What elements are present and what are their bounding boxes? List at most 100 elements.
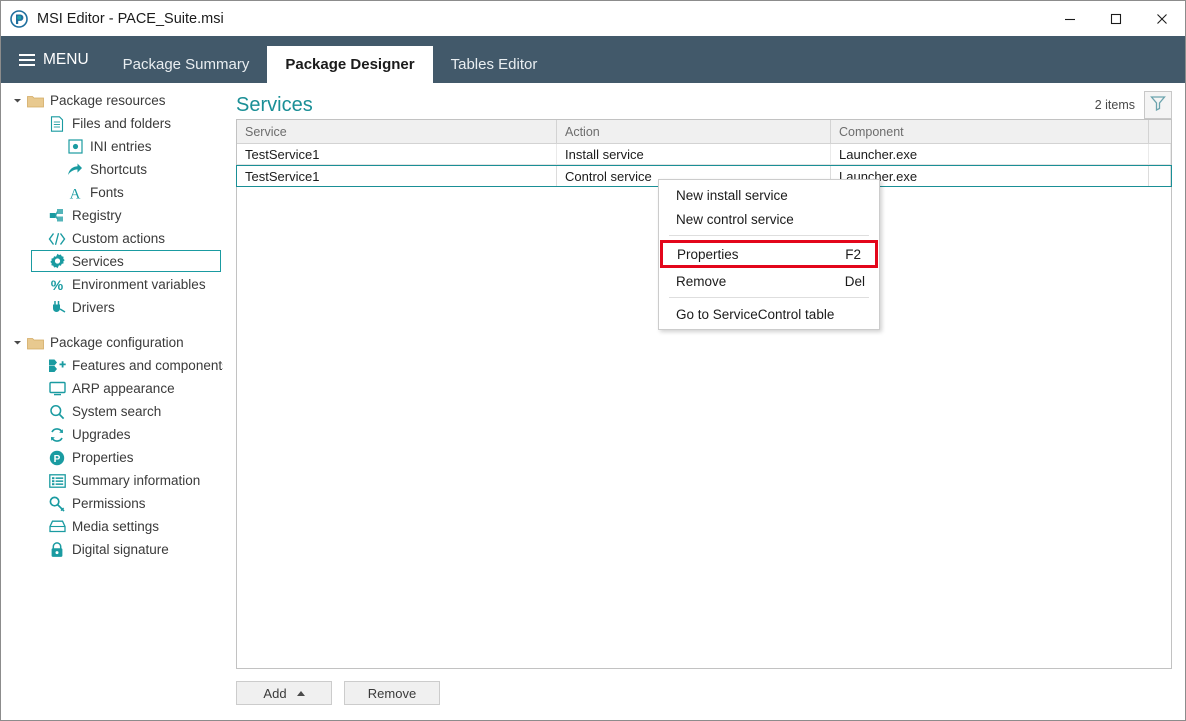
sidebar-item-drivers[interactable]: Drivers [1,296,223,319]
filter-funnel-icon [1150,95,1166,116]
tree-group-package-configuration[interactable]: Package configuration [1,331,223,354]
tab-bar: MENU Package Summary Package Designer Ta… [1,36,1185,83]
sidebar-item-files-and-folders[interactable]: Files and folders [1,112,223,135]
key-icon [47,495,67,513]
chevron-down-icon[interactable] [9,335,25,351]
table-header-row: Service Action Component [237,120,1171,144]
folder-icon [25,334,45,352]
menu-item-label: New install service [676,187,788,203]
menu-item-properties[interactable]: Properties F2 [660,240,878,268]
tab-package-designer-label: Package Designer [285,56,415,73]
sidebar-item-services[interactable]: Services [1,250,223,273]
add-button-label: Add [263,685,287,701]
document-icon [47,115,67,133]
sidebar-item-label: Media settings [72,519,160,534]
gear-icon [47,253,67,271]
sidebar-item-properties[interactable]: P Properties [1,446,223,469]
add-button[interactable]: Add [236,681,332,705]
column-header-component[interactable]: Component [831,120,1149,143]
sidebar-item-label: Features and components [72,358,223,373]
menu-item-label: Properties [677,246,739,262]
main-menu-button[interactable]: MENU [1,36,105,83]
sidebar-item-features-and-components[interactable]: Features and components [1,354,223,377]
context-menu: New install service New control service … [658,179,880,330]
sidebar-item-label: System search [72,404,162,419]
sidebar-item-arp-appearance[interactable]: ARP appearance [1,377,223,400]
sidebar-item-label: ARP appearance [72,381,175,396]
tree-group-label: Package resources [50,93,166,108]
sidebar-item-registry[interactable]: Registry [1,204,223,227]
plug-icon [47,299,67,317]
remove-button[interactable]: Remove [344,681,440,705]
minimize-button[interactable] [1047,1,1093,36]
chevron-down-icon[interactable] [9,93,25,109]
column-header-service[interactable]: Service [237,120,557,143]
code-brackets-icon [47,230,67,248]
sidebar-item-shortcuts[interactable]: Shortcuts [1,158,223,181]
font-a-icon: A [65,184,85,202]
cell-service: TestService1 [237,166,557,186]
sidebar-item-label: Permissions [72,496,146,511]
column-header-action[interactable]: Action [557,120,831,143]
hamburger-icon [19,51,35,69]
sidebar-item-ini-entries[interactable]: INI entries [1,135,223,158]
remove-button-label: Remove [367,685,417,701]
registry-blocks-icon [47,207,67,225]
sidebar-item-label: Files and folders [72,116,172,131]
folder-icon [25,92,45,110]
items-count-label: 2 items [1094,98,1135,112]
maximize-button[interactable] [1093,1,1139,36]
svg-text:P: P [54,454,61,465]
tab-package-summary[interactable]: Package Summary [105,46,268,83]
table-row[interactable]: TestService1 Install service Launcher.ex… [237,144,1171,165]
tree-group-package-resources[interactable]: Package resources [1,89,223,112]
menu-separator [669,297,869,298]
filter-button[interactable] [1144,91,1172,119]
menu-item-label: New control service [676,211,794,227]
sidebar-item-label: Drivers [72,300,115,315]
sidebar-item-label: Environment variables [72,277,206,292]
sidebar-item-fonts[interactable]: A Fonts [1,181,223,204]
main-menu-label: MENU [43,50,89,68]
monitor-icon [47,380,67,398]
sidebar-item-label: Registry [72,208,122,223]
tab-tables-editor[interactable]: Tables Editor [433,46,556,83]
sidebar-item-summary-information[interactable]: Summary information [1,469,223,492]
menu-item-new-install-service[interactable]: New install service [659,183,879,207]
menu-separator [669,235,869,236]
cell-extra [1149,144,1171,164]
sidebar-item-custom-actions[interactable]: Custom actions [1,227,223,250]
shortcut-arrow-icon [65,161,85,179]
sidebar-item-label: Upgrades [72,427,131,442]
title-bar: MSI Editor - PACE_Suite.msi [1,1,1185,36]
percent-icon: % [47,276,67,294]
lock-icon [47,541,67,559]
cell-service: TestService1 [237,144,557,164]
sidebar-item-label: Fonts [90,185,124,200]
sidebar-item-digital-signature[interactable]: Digital signature [1,538,223,561]
sidebar-item-environment-variables[interactable]: % Environment variables [1,273,223,296]
menu-item-new-control-service[interactable]: New control service [659,207,879,231]
column-header-extra[interactable] [1149,120,1171,143]
cell-component: Launcher.exe [831,144,1149,164]
menu-item-remove[interactable]: Remove Del [659,269,879,293]
close-button[interactable] [1139,1,1185,36]
window-title: MSI Editor - PACE_Suite.msi [37,10,224,27]
sidebar-item-label: Services [72,254,124,269]
media-disk-icon [47,518,67,536]
property-p-icon: P [47,449,67,467]
svg-text:%: % [51,277,64,293]
window-controls [1047,1,1185,36]
tab-package-designer[interactable]: Package Designer [267,46,433,83]
menu-item-shortcut: Del [844,273,865,289]
application-window: MSI Editor - PACE_Suite.msi MENU Package… [0,0,1186,721]
sidebar-item-system-search[interactable]: System search [1,400,223,423]
sidebar-item-label: Custom actions [72,231,166,246]
sidebar-item-permissions[interactable]: Permissions [1,492,223,515]
menu-item-go-to-servicecontrol-table[interactable]: Go to ServiceControl table [659,302,879,326]
menu-item-label: Go to ServiceControl table [676,306,835,322]
caret-up-icon [296,690,305,696]
sidebar-item-label: Properties [72,450,134,465]
sidebar-item-upgrades[interactable]: Upgrades [1,423,223,446]
sidebar-item-media-settings[interactable]: Media settings [1,515,223,538]
